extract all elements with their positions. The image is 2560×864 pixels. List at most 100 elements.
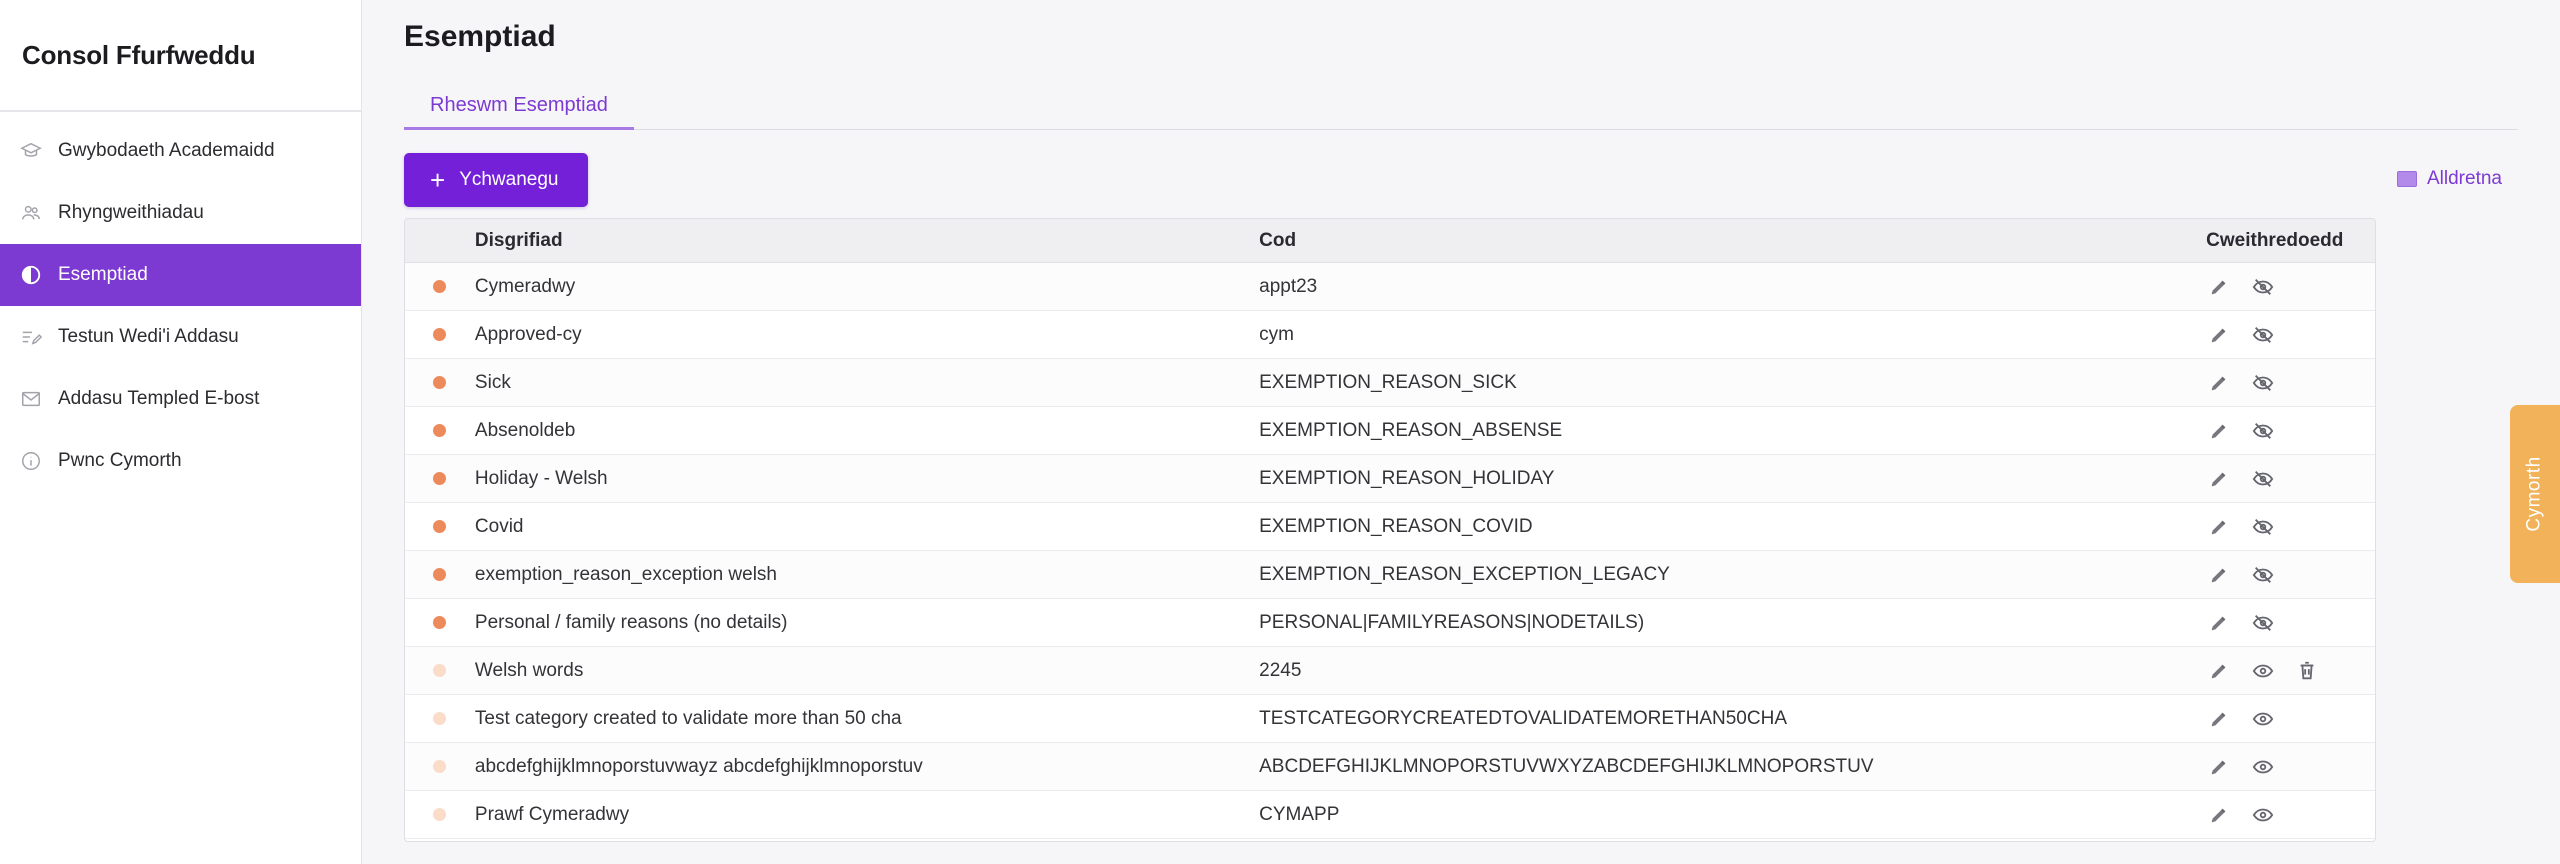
sidebar-item-4[interactable]: Addasu Templed E-bost — [0, 368, 361, 430]
code-cell: CYMAPP — [1259, 803, 1340, 825]
actions-cell — [2206, 706, 2375, 732]
plus-icon: + — [430, 165, 446, 195]
edit-pencil-icon[interactable] — [2206, 370, 2232, 396]
actions-cell — [2206, 802, 2375, 828]
actions-cell — [2206, 562, 2375, 588]
show-eye-icon[interactable] — [2250, 754, 2276, 780]
description-cell: Covid — [474, 515, 524, 537]
description-cell: exemption_reason_exception welsh — [474, 563, 778, 585]
table-row: Test category created to validate more t… — [405, 695, 2375, 743]
show-eye-icon[interactable] — [2250, 658, 2276, 684]
code-cell: EXEMPTION_REASON_SICK — [1259, 371, 1517, 393]
sidebar-item-3[interactable]: Testun Wedi'i Addasu — [0, 306, 361, 368]
table-row: abcdefghijklmnoporstuvwayz abcdefghijklm… — [405, 743, 2375, 791]
edit-pencil-icon[interactable] — [2206, 562, 2232, 588]
sidebar-item-label: Gwybodaeth Academaidd — [58, 140, 275, 161]
sidebar-nav: Gwybodaeth Academaidd Rhyngweithiadau Esem… — [0, 112, 361, 492]
actions-column-header: Cweithredoedd — [2206, 229, 2344, 251]
table-row: Sick EXEMPTION_REASON_SICK — [405, 359, 2375, 407]
description-cell: Personal / family reasons (no details) — [474, 611, 788, 633]
table-row: Approved-cy cym — [405, 311, 2375, 359]
hide-eye-off-icon[interactable] — [2250, 562, 2276, 588]
description-cell: Cymeradwy — [474, 275, 576, 297]
page-title: Esemptiad — [404, 20, 556, 53]
actions-cell — [2206, 514, 2375, 540]
status-cell — [405, 328, 475, 341]
delete-trash-icon[interactable] — [2294, 658, 2320, 684]
hide-eye-off-icon[interactable] — [2250, 610, 2276, 636]
edit-pencil-icon[interactable] — [2206, 514, 2232, 540]
description-cell: Welsh words — [474, 659, 584, 681]
help-side-tab[interactable]: Cymorth — [2510, 405, 2560, 583]
status-cell — [405, 424, 475, 437]
tab-exemption-reason[interactable]: Rheswm Esemptiad — [404, 84, 634, 130]
tab-bar: Rheswm Esemptiad — [404, 84, 2518, 130]
show-eye-icon[interactable] — [2250, 802, 2276, 828]
show-eye-icon[interactable] — [2250, 706, 2276, 732]
add-button[interactable]: + Ychwanegu — [404, 153, 588, 207]
legend-label: Alldretna — [2427, 168, 2502, 189]
status-cell — [405, 712, 475, 725]
code-cell: cym — [1259, 323, 1294, 345]
sidebar-item-label: Addasu Templed E-bost — [58, 388, 260, 409]
edit-pencil-icon[interactable] — [2206, 610, 2232, 636]
exemption-table: Disgrifiad Cod Cweithredoedd Cymeradwy ap… — [404, 218, 2376, 842]
sidebar-item-2[interactable]: Esemptiad — [0, 244, 361, 306]
description-cell: Prawf Cymeradwy — [474, 803, 630, 825]
table-row: Welsh words 2245 — [405, 647, 2375, 695]
table-row: Absenoldeb EXEMPTION_REASON_ABSENSE — [405, 407, 2375, 455]
hide-eye-off-icon[interactable] — [2250, 274, 2276, 300]
sidebar-item-label: Pwnc Cymorth — [58, 450, 182, 471]
hide-eye-off-icon[interactable] — [2250, 322, 2276, 348]
code-cell: ABCDEFGHIJKLMNOPORSTUVWXYZABCDEFGHIJKLMN… — [1259, 755, 1874, 777]
actions-cell — [2206, 658, 2375, 684]
edit-pencil-icon[interactable] — [2206, 418, 2232, 444]
edit-pencil-icon[interactable] — [2206, 802, 2232, 828]
table-body: Cymeradwy appt23 Approved-cy cym Sick EXEMPTI… — [405, 263, 2375, 839]
sidebar-item-label: Esemptiad — [58, 264, 148, 285]
status-cell — [405, 760, 475, 773]
sidebar-item-5[interactable]: Pwnc Cymorth — [0, 430, 361, 492]
sidebar-item-label: Rhyngweithiadau — [58, 202, 204, 223]
sidebar-item-label: Testun Wedi'i Addasu — [58, 326, 239, 347]
hide-eye-off-icon[interactable] — [2250, 418, 2276, 444]
table-row: Cymeradwy appt23 — [405, 263, 2375, 311]
hide-eye-off-icon[interactable] — [2250, 514, 2276, 540]
edit-pencil-icon[interactable] — [2206, 466, 2232, 492]
status-dot — [433, 520, 447, 533]
table-row: Covid EXEMPTION_REASON_COVID — [405, 503, 2375, 551]
code-cell: EXEMPTION_REASON_HOLIDAY — [1259, 467, 1555, 489]
edit-pencil-icon[interactable] — [2206, 658, 2232, 684]
status-cell — [405, 280, 475, 293]
sidebar-item-1[interactable]: Rhyngweithiadau — [0, 182, 361, 244]
envelope-icon — [16, 384, 46, 414]
table-row: Holiday - Welsh EXEMPTION_REASON_HOLIDAY — [405, 455, 2375, 503]
legend-swatch — [2397, 171, 2417, 187]
description-column-header: Disgrifiad — [474, 229, 563, 251]
status-dot — [433, 280, 447, 293]
actions-cell — [2206, 466, 2375, 492]
code-column-header: Cod — [1259, 229, 1297, 251]
edit-pencil-icon[interactable] — [2206, 322, 2232, 348]
actions-cell — [2206, 754, 2375, 780]
status-dot — [433, 328, 447, 341]
status-cell — [405, 808, 475, 821]
hide-eye-off-icon[interactable] — [2250, 466, 2276, 492]
code-cell: EXEMPTION_REASON_EXCEPTION_LEGACY — [1259, 563, 1670, 585]
hide-eye-off-icon[interactable] — [2250, 370, 2276, 396]
sidebar-item-0[interactable]: Gwybodaeth Academaidd — [0, 120, 361, 182]
edit-pencil-icon[interactable] — [2206, 274, 2232, 300]
table-row: Personal / family reasons (no details) PE… — [405, 599, 2375, 647]
half-circle-icon — [16, 260, 46, 290]
users-icon — [16, 198, 46, 228]
code-cell: 2245 — [1259, 659, 1302, 681]
table-header: Disgrifiad Cod Cweithredoedd — [405, 219, 2375, 263]
description-cell: Holiday - Welsh — [474, 467, 608, 489]
code-cell: TESTCATEGORYCREATEDTOVALIDATEMORETHAN50C… — [1259, 707, 1787, 729]
actions-cell — [2206, 274, 2375, 300]
graduation-cap-icon — [16, 136, 46, 166]
edit-pencil-icon[interactable] — [2206, 754, 2232, 780]
edit-pencil-icon[interactable] — [2206, 706, 2232, 732]
actions-cell — [2206, 322, 2375, 348]
status-cell — [405, 664, 475, 677]
